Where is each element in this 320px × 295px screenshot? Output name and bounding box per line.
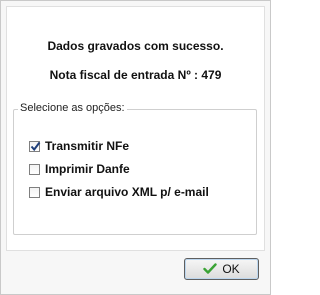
checkbox-imprimir-danfe[interactable]	[29, 163, 40, 175]
dialog-window: Dados gravados com sucesso. Nota fiscal …	[0, 0, 271, 295]
option-imprimir-danfe[interactable]: Imprimir Danfe	[29, 162, 130, 176]
options-legend: Selecione as opções:	[18, 102, 127, 114]
ok-button-label: OK	[222, 262, 240, 276]
ok-button[interactable]: OK	[184, 258, 259, 280]
check-icon	[203, 263, 218, 275]
option-transmitir-nfe[interactable]: Transmitir NFe	[29, 139, 129, 153]
checkbox-transmitir-nfe[interactable]	[29, 140, 41, 152]
content-panel: Dados gravados com sucesso. Nota fiscal …	[6, 6, 265, 251]
success-message: Dados gravados com sucesso.	[47, 39, 224, 53]
option-label: Enviar arquivo XML p/ e-mail	[45, 185, 209, 199]
option-label: Transmitir NFe	[45, 139, 130, 153]
invoice-number-message: Nota fiscal de entrada Nº : 479	[49, 68, 222, 82]
option-label: Imprimir Danfe	[45, 162, 130, 176]
option-enviar-xml[interactable]: Enviar arquivo XML p/ e-mail	[29, 185, 209, 199]
checkbox-enviar-xml[interactable]	[29, 186, 40, 198]
checkmark-icon	[30, 141, 41, 151]
